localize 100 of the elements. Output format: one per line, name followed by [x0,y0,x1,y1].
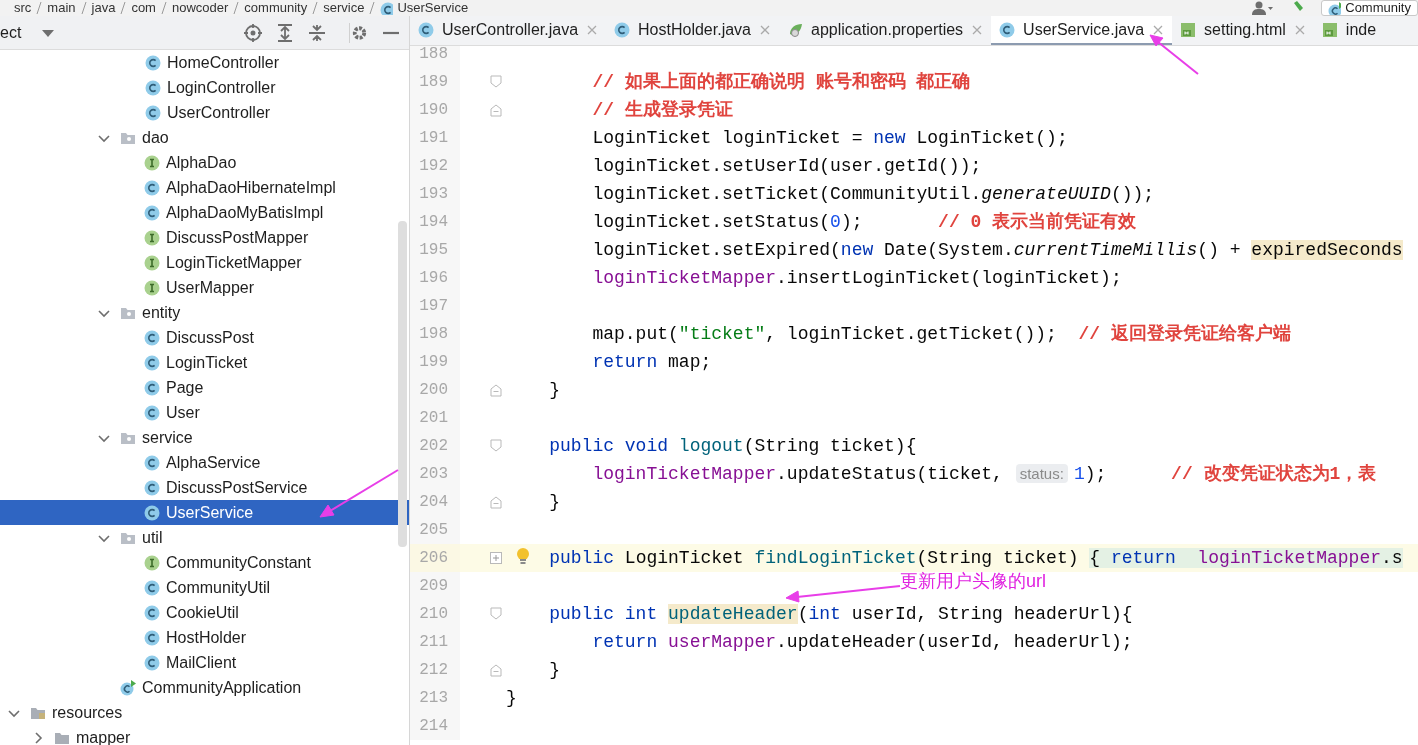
tree-item[interactable]: AlphaDaoHibernateImpl [0,175,409,200]
editor-tab[interactable]: inde [1313,16,1385,45]
tree-item[interactable]: AlphaService [0,450,409,475]
tree-item[interactable]: DiscussPostMapper [0,225,409,250]
line-number: 211 [410,628,460,656]
code-line: loginTicket.setTicket(CommunityUtil.generateUUID()); [591,183,1155,206]
editor-tab[interactable]: UserService.java [991,16,1173,45]
tree-item[interactable]: LoginController [0,75,409,100]
tree-item[interactable]: resources [0,700,409,725]
tree-item[interactable]: MailClient [0,650,409,675]
tree-item[interactable]: service [0,425,409,450]
tree-item[interactable]: CommunityConstant [0,550,409,575]
user-icon[interactable] [1251,1,1274,15]
tree-item[interactable]: CommunityApplication [0,675,409,700]
tree-item[interactable]: CookieUtil [0,600,409,625]
class-icon [144,504,160,521]
editor-tab[interactable]: setting.html [1172,16,1314,45]
fold-start-icon[interactable] [490,75,502,89]
annotation-text: 更新用户头像的url [900,570,1046,593]
close-icon[interactable] [586,23,599,36]
collapse-all-icon[interactable] [307,22,327,43]
breadcrumb-item[interactable]: UserService [397,0,469,16]
tree-item[interactable]: AlphaDaoMyBatisImpl [0,200,409,225]
line-number: 195 [410,236,460,264]
dropdown-caret-icon[interactable] [41,27,56,38]
tree-item[interactable]: util [0,525,409,550]
interface-icon [144,154,160,171]
breadcrumb-item[interactable]: nowcoder [171,0,229,16]
line-number: 209 [410,572,460,600]
line-number: 213 [410,684,460,712]
panel-title: ect [0,22,22,43]
tree-item[interactable]: entity [0,300,409,325]
scrollbar[interactable] [398,221,407,547]
line-number: 190 [410,96,460,124]
interface-icon [144,254,160,271]
tree-item[interactable]: DiscussPostService [0,475,409,500]
code-line: loginTicket.setExpired(new Date(System.currentTimeMillis() + expiredSeconds [591,239,1403,262]
interface-icon [144,279,160,296]
settings-icon[interactable] [349,22,369,43]
code-line: // 生成登录凭证 [591,98,733,122]
lightbulb-icon[interactable] [516,547,530,567]
line-number: 189 [410,68,460,96]
class-icon [380,1,394,15]
line-number: 212 [410,656,460,684]
html-file-icon [1321,21,1338,38]
fold-start-icon[interactable] [490,439,502,453]
tree-item[interactable]: User [0,400,409,425]
tree-item[interactable]: Page [0,375,409,400]
editor-tab[interactable]: application.properties [779,16,992,45]
expand-fold-icon[interactable] [490,551,502,565]
fold-start-icon[interactable] [490,607,502,621]
tree-item[interactable]: UserMapper [0,275,409,300]
expand-all-icon[interactable] [275,22,295,43]
class-icon [144,604,160,621]
tree-item[interactable]: UserController [0,100,409,125]
editor-tab[interactable]: UserController.java [410,16,607,45]
tree-item[interactable]: LoginTicketMapper [0,250,409,275]
tree-item[interactable]: dao [0,125,409,150]
tree-item[interactable]: LoginTicket [0,350,409,375]
tree-item[interactable]: UserService [0,500,409,525]
code-line: return userMapper.updateHeader(userId, headerUrl); [591,631,1133,654]
breadcrumb-item[interactable]: java [91,0,116,16]
run-configuration-selector[interactable]: Community [1321,0,1418,16]
close-icon[interactable] [1152,23,1165,36]
class-icon [614,21,631,38]
fold-end-icon[interactable] [490,663,502,677]
breadcrumb-item[interactable]: community [244,0,308,16]
breadcrumb-item[interactable]: main [47,0,76,16]
code-line: } [548,659,560,682]
leaf-gear-icon [787,21,803,38]
class-icon [144,654,160,671]
html-file-icon [1180,21,1197,38]
line-number: 197 [410,292,460,320]
tree-item[interactable]: HomeController [0,50,409,75]
annotation-arrow [1149,34,1199,75]
fold-end-icon[interactable] [490,495,502,509]
close-icon[interactable] [1293,23,1306,36]
close-icon[interactable] [759,23,771,36]
line-number: 196 [410,264,460,292]
code-line: // 如果上面的都正确说明 账号和密码 都正确 [591,70,971,94]
tree-item[interactable]: CommunityUtil [0,575,409,600]
crosshair-icon[interactable] [243,22,263,43]
breadcrumb-item[interactable]: com [131,0,156,16]
tree-item[interactable]: HostHolder [0,625,409,650]
breadcrumb-item[interactable]: service [323,0,365,16]
close-icon[interactable] [971,23,984,36]
tree-item[interactable]: AlphaDao [0,150,409,175]
fold-end-icon[interactable] [490,103,502,117]
class-icon [418,21,434,38]
code-line: loginTicket.setUserId(user.getId()); [591,155,982,178]
tree-item[interactable]: DiscussPost [0,325,409,350]
editor-tab[interactable]: HostHolder.java [606,16,779,45]
breadcrumb-item[interactable]: src [14,0,32,16]
code-line: } [548,491,560,514]
line-number: 205 [410,516,460,544]
class-icon [144,629,160,646]
code-line: return map; [591,351,712,374]
code-line: public LoginTicket findLoginTicket(String ticket) { return loginTicketMapper.s [548,547,1403,570]
tree-item[interactable]: mapper [0,725,409,745]
fold-end-icon[interactable] [490,383,502,397]
